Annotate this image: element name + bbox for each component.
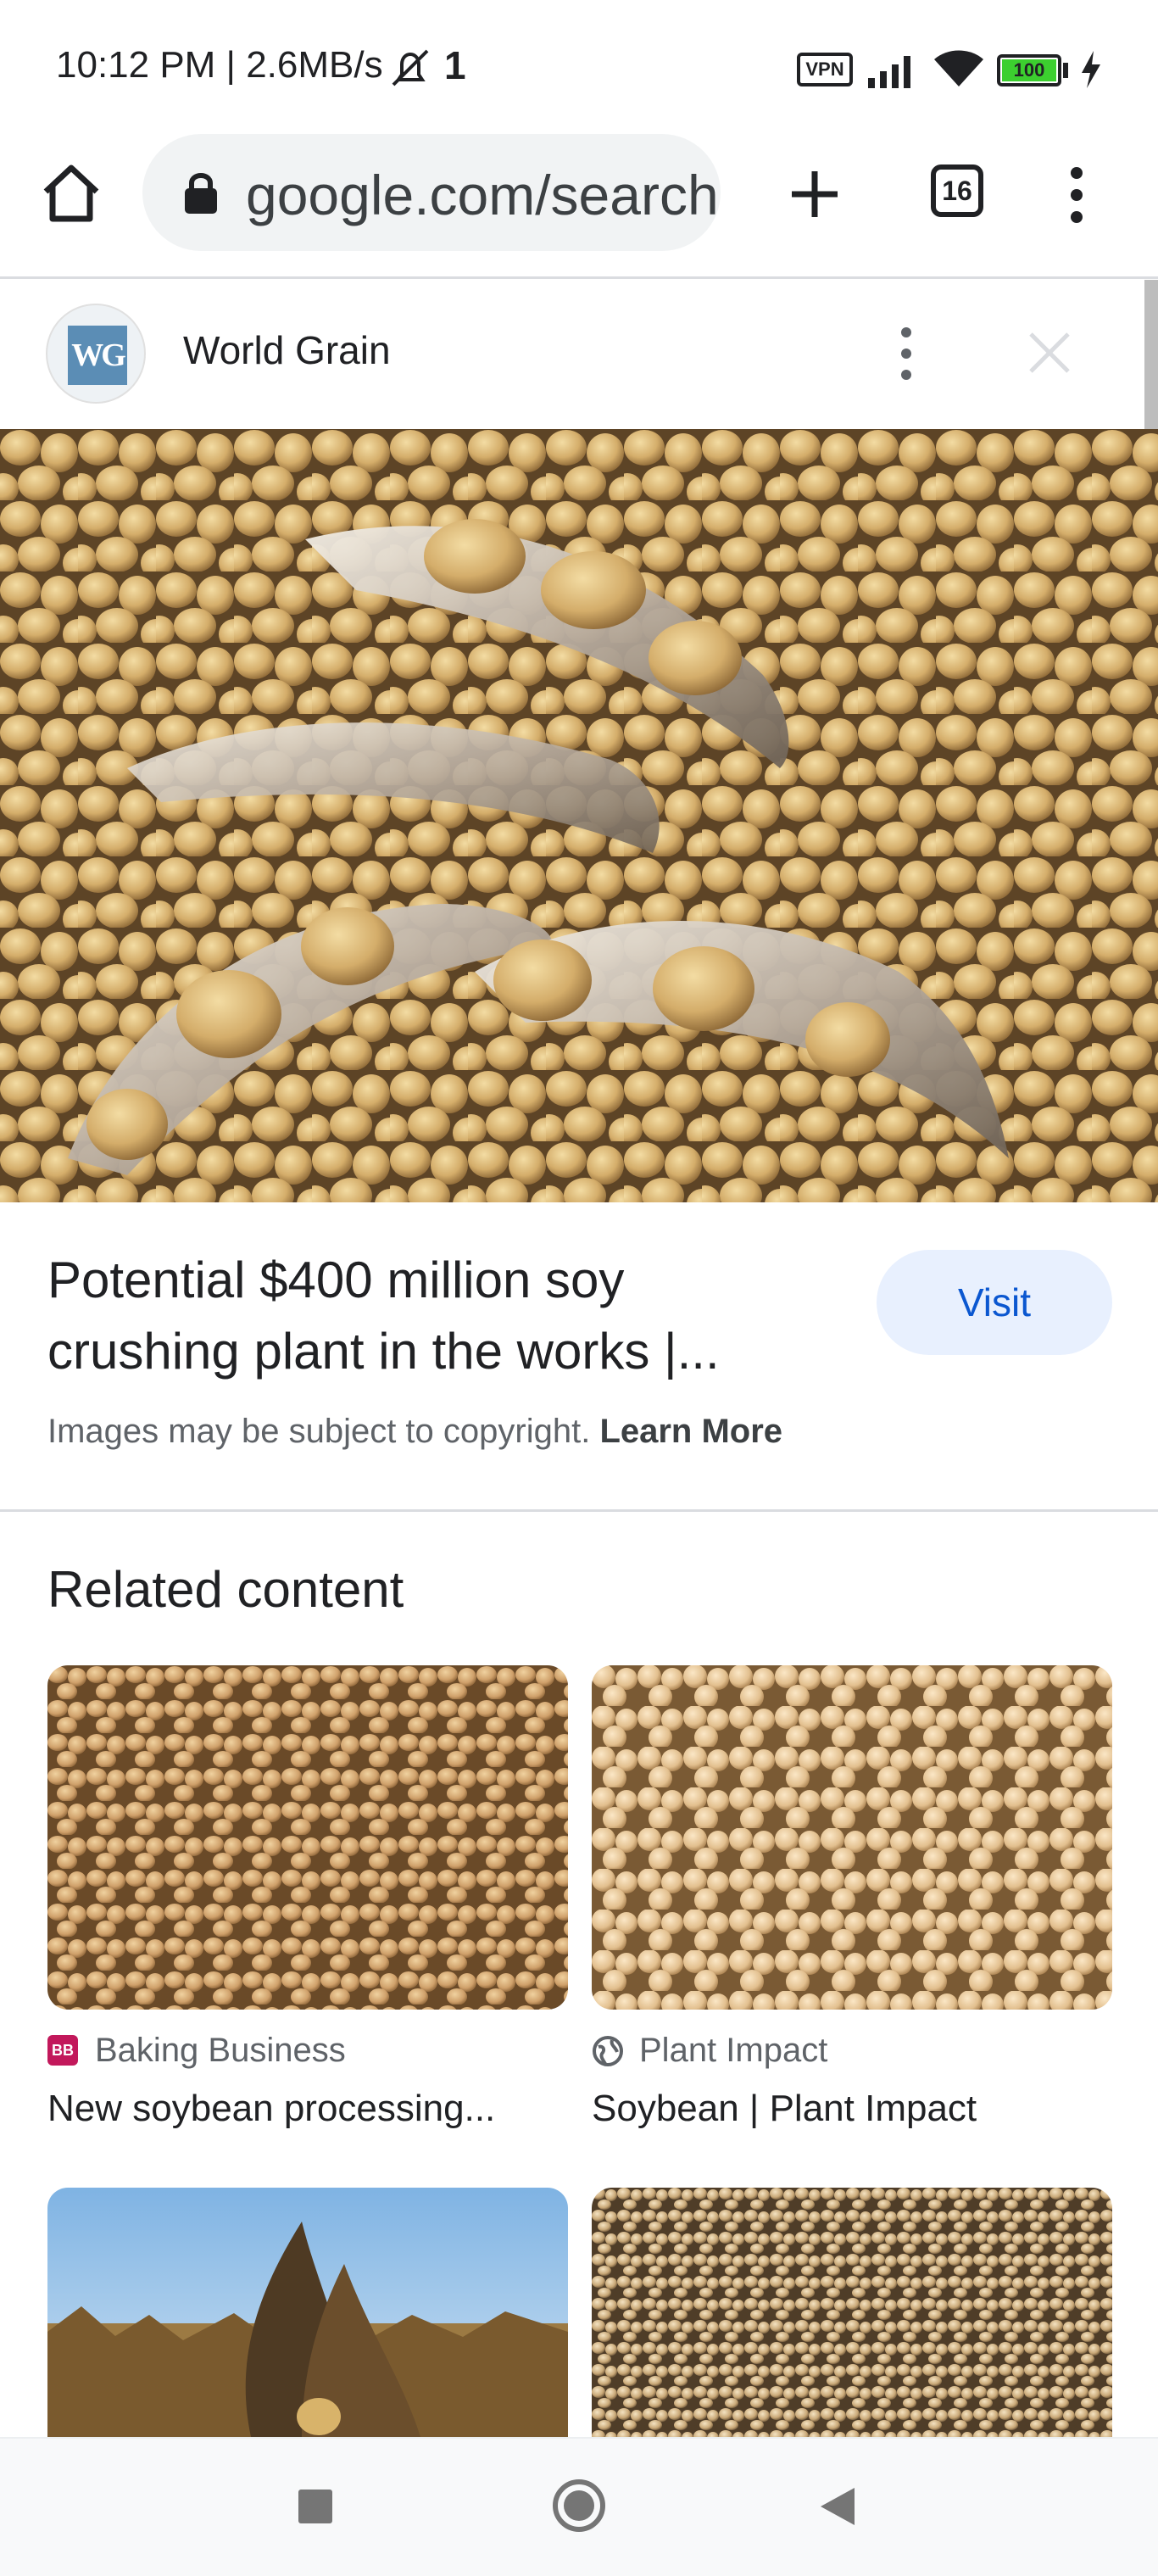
home-icon[interactable] [39,161,103,226]
status-bar: 10:12 PM | 2.6MB/s 1 VPN 100 [0,0,1158,136]
related-card-image[interactable] [47,2188,568,2437]
system-nav-bar [0,2437,1158,2576]
status-time: 10:12 PM | 2.6MB/s [56,44,383,86]
related-card-title[interactable]: New soybean processing... [47,2088,495,2130]
close-icon[interactable] [1026,329,1073,376]
related-card-image[interactable] [592,2188,1112,2437]
divider [0,1509,1158,1512]
result-image[interactable] [0,429,1158,1202]
home-circle-icon[interactable] [549,2476,609,2535]
browser-toolbar: google.com/search 16 [0,134,1158,279]
result-title-line1: Potential $400 million soy [47,1252,625,1308]
scrollbar[interactable] [1144,280,1158,429]
soybean-pods-image [0,429,1158,1202]
signal-icon [868,56,910,88]
back-triangle-icon[interactable] [817,2484,858,2529]
copyright-notice: Images may be subject to copyright. Lear… [47,1413,782,1451]
source-logo-text: WG [68,326,127,385]
soybeans-pile-image [592,2188,1112,2437]
battery-tip [1063,63,1068,78]
learn-more-link[interactable]: Learn More [599,1413,782,1450]
copyright-text: Images may be subject to copyright. [47,1413,591,1450]
mute-bell-icon [392,49,429,86]
battery-level: 100 [1002,59,1056,81]
notification-count-icon: 1 [444,43,466,87]
source-logo[interactable]: WG [46,304,146,404]
tabs-icon[interactable]: 16 [931,164,983,217]
related-card-source[interactable]: Plant Impact [592,2032,827,2070]
related-card-source[interactable]: BB Baking Business [47,2032,346,2070]
battery-icon: 100 [997,54,1061,86]
url-bar[interactable]: google.com/search [142,134,721,251]
recents-square-icon[interactable] [298,2490,332,2523]
source-name[interactable]: World Grain [183,327,391,373]
url-text[interactable]: google.com/search [246,163,719,227]
result-title-line2: crushing plant in the works |... [47,1323,720,1380]
result-title[interactable]: Potential $400 million soy crushing plan… [47,1245,810,1387]
wifi-icon [934,50,983,86]
tab-count: 16 [942,176,972,206]
globe-icon [593,2036,623,2066]
soybeans-image [592,1665,1112,2010]
lock-icon[interactable] [181,170,220,217]
source-header [0,279,1158,428]
related-card-source-name: Baking Business [95,2032,346,2069]
soybean-field-image [47,2188,568,2437]
vpn-icon: VPN [797,53,853,86]
baking-business-badge-icon: BB [47,2035,78,2066]
related-card-image[interactable] [47,1665,568,2010]
soybeans-image [47,1665,568,2010]
related-content-heading: Related content [47,1561,404,1618]
menu-dots-icon[interactable] [1060,163,1094,227]
related-card-image[interactable] [592,1665,1112,2010]
related-card-title[interactable]: Soybean | Plant Impact [592,2088,977,2130]
charging-icon [1082,51,1100,88]
visit-button[interactable]: Visit [877,1250,1112,1355]
more-options-icon[interactable] [894,324,919,383]
vpn-label: VPN [805,59,844,80]
related-card-source-name: Plant Impact [639,2032,828,2069]
new-tab-plus-icon[interactable] [787,166,843,222]
